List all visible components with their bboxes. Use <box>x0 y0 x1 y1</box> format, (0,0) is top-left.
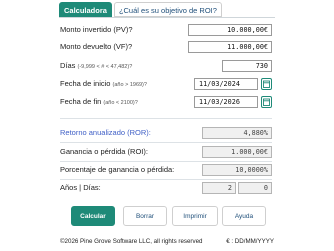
start-date-row: Fecha de inicio (año > 1969)? 11/03/2024 <box>60 78 272 90</box>
row-divider <box>60 161 272 162</box>
copyright-text: ©2026 Pine Grove Software LLC, all right… <box>60 238 203 245</box>
annual-roi-row: Retorno anualizado (ROR): 4,880% <box>60 127 272 139</box>
end-date-label-hint: (año < 2100)? <box>103 100 138 106</box>
days-output: 0 <box>238 182 272 194</box>
help-button[interactable]: Ayuda <box>222 206 266 226</box>
pv-label: Monto invertido (PV)? <box>60 25 133 34</box>
section-divider <box>60 118 272 119</box>
tab-bar: Calculadora ¿Cuál es su objetivo de ROI? <box>59 2 222 17</box>
years-days-label: Años | Días: <box>60 183 101 192</box>
gain-output: 1.000,00€ <box>202 146 272 158</box>
days-label: Días (-9,999 < # < 47,482)? <box>60 60 132 73</box>
days-label-text: Días <box>60 61 76 70</box>
gain-label: Ganancia o pérdida (ROI): <box>60 147 148 156</box>
fv-input[interactable]: 11.000,00€ <box>188 41 272 53</box>
format-indicator: € : DD/MM/YYYY <box>226 238 274 245</box>
roi-calculator-panel: Calculadora ¿Cuál es su objetivo de ROI?… <box>56 0 278 251</box>
print-button[interactable]: Imprimir <box>172 206 218 226</box>
pv-input[interactable]: 10.000,00€ <box>188 24 272 36</box>
annual-roi-output: 4,880% <box>202 127 272 139</box>
pv-row: Monto invertido (PV)? 10.000,00€ <box>60 24 272 36</box>
days-input[interactable]: 730 <box>222 60 272 72</box>
end-date-row: Fecha de fin (año < 2100)? 11/03/2026 <box>60 96 272 108</box>
start-date-label-text: Fecha de inicio <box>60 79 111 88</box>
calculate-button[interactable]: Calcular <box>71 206 115 226</box>
fv-label: Monto devuelto (VF)? <box>60 42 133 51</box>
end-date-label-text: Fecha de fin <box>60 97 102 106</box>
annual-roi-label: Retorno anualizado (ROR): <box>60 128 151 137</box>
gain-row: Ganancia o pérdida (ROI): 1.000,00€ <box>60 146 272 158</box>
footer: ©2026 Pine Grove Software LLC, all right… <box>60 237 274 247</box>
start-date-input[interactable]: 11/03/2024 <box>194 78 258 90</box>
end-date-input[interactable]: 11/03/2026 <box>194 96 258 108</box>
days-row: Días (-9,999 < # < 47,482)? 730 <box>60 60 272 72</box>
tab-roi-goal[interactable]: ¿Cuál es su objetivo de ROI? <box>113 2 222 17</box>
gain-pct-label: Porcentaje de ganancia o pérdida: <box>60 165 175 174</box>
gain-pct-output: 10,0000% <box>202 164 272 176</box>
tab-divider <box>59 17 275 18</box>
row-divider <box>60 142 272 143</box>
years-days-row: Años | Días: 2 0 <box>60 182 272 194</box>
calendar-icon <box>263 98 270 106</box>
end-date-label: Fecha de fin (año < 2100)? <box>60 96 138 109</box>
end-date-calendar-button[interactable] <box>261 96 272 108</box>
fv-row: Monto devuelto (VF)? 11.000,00€ <box>60 41 272 53</box>
days-label-hint: (-9,999 < # < 47,482)? <box>77 64 133 70</box>
calendar-icon <box>263 80 270 88</box>
start-date-label: Fecha de inicio (año > 1969)? <box>60 78 147 91</box>
clear-button[interactable]: Borrar <box>123 206 167 226</box>
row-divider <box>60 179 272 180</box>
gain-pct-row: Porcentaje de ganancia o pérdida: 10,000… <box>60 164 272 176</box>
start-date-label-hint: (año > 1969)? <box>112 82 147 88</box>
start-date-calendar-button[interactable] <box>261 78 272 90</box>
tab-calculator[interactable]: Calculadora <box>59 2 112 17</box>
years-output: 2 <box>202 182 236 194</box>
